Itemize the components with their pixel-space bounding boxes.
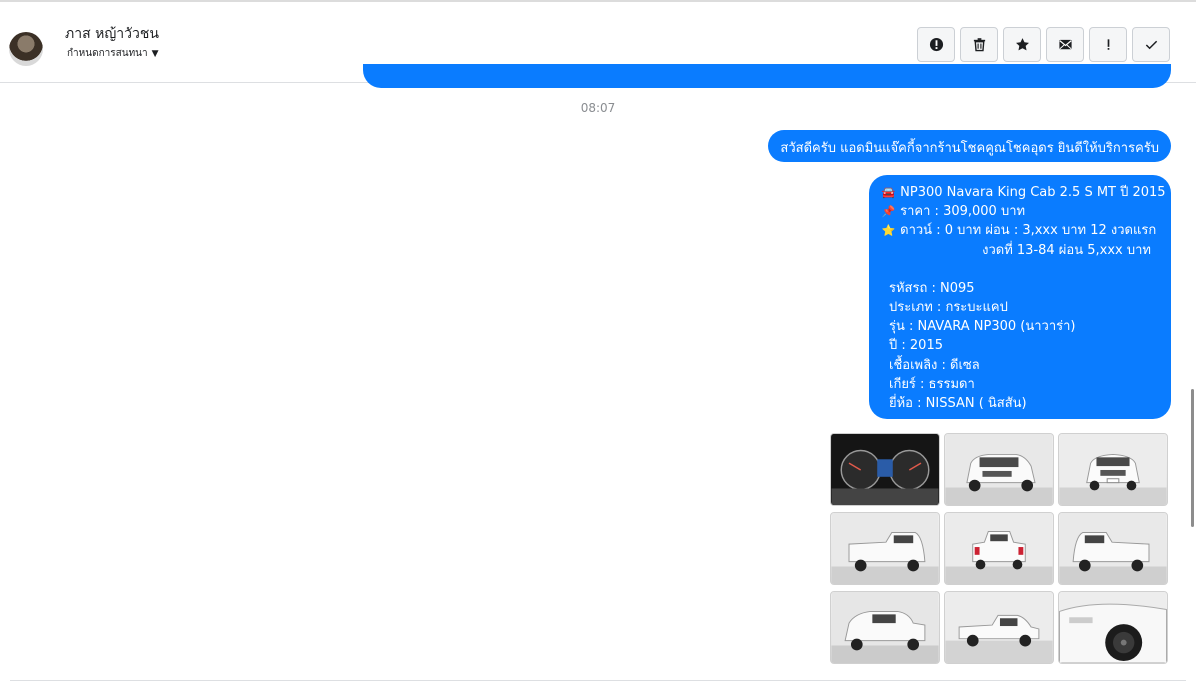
pushpin-icon: 📌: [881, 205, 896, 219]
listing-message[interactable]: 🚘 NP300 Navara King Cab 2.5 S MT ปี 2015…: [869, 175, 1171, 419]
mark-unread-button[interactable]: [1046, 27, 1084, 62]
star-icon: [1015, 38, 1029, 51]
listing-title-line: 🚘 NP300 Navara King Cab 2.5 S MT ปี 2015: [881, 183, 1166, 202]
listing-price: ราคา : 309,000 บาท: [900, 204, 1026, 220]
caret-down-icon: ▼: [151, 48, 159, 59]
messenger-window: ภาส หญ้าวัวชน กำหนดการสนทนา ▼ 08:07 สวัส…: [0, 0, 1196, 682]
exclamation-icon: [1107, 39, 1109, 50]
listing-type: ประเภท : กระบะแคป: [889, 300, 1008, 316]
listing-brand: ยี่ห้อ : NISSAN ( นิสสัน): [889, 396, 1027, 412]
listing-year: ปี : 2015: [889, 338, 943, 354]
listing-fuel: เชื้อเพลิง : ดีเซล: [889, 357, 980, 373]
listing-title: NP300 Navara King Cab 2.5 S MT ปี 2015: [900, 185, 1166, 200]
car-icon: 🚘: [881, 186, 896, 199]
previous-message-bubble[interactable]: [363, 64, 1171, 88]
photo-rear-right[interactable]: [1058, 512, 1168, 585]
trash-icon: [973, 38, 985, 52]
greeting-message[interactable]: สวัสดีครับ แอดมินแจ๊คกี้จากร้านโชคคูณโชค…: [768, 130, 1171, 162]
composer-divider: [10, 680, 1186, 681]
photo-grid: [830, 433, 1168, 664]
delete-button[interactable]: [960, 27, 998, 62]
listing-installment: งวดที่ 13-84 ผ่อน 5,xxx บาท: [982, 242, 1151, 258]
photo-front[interactable]: [1058, 433, 1168, 506]
photo-wheel-closeup[interactable]: [1058, 591, 1168, 664]
photo-front-right[interactable]: [944, 433, 1054, 506]
photo-front-left[interactable]: [830, 591, 940, 664]
alert-circle-icon: [929, 37, 943, 52]
header-toolbar: [917, 27, 1170, 62]
photo-side[interactable]: [944, 591, 1054, 664]
avatar[interactable]: [9, 32, 43, 66]
listing-price-line: 📌 ราคา : 309,000 บาท: [881, 202, 1159, 221]
flag-button[interactable]: [1089, 27, 1127, 62]
star-emoji-icon: ⭐: [881, 224, 896, 238]
done-button[interactable]: [1132, 27, 1170, 62]
photo-dashboard[interactable]: [830, 433, 940, 506]
photo-rear-left[interactable]: [830, 512, 940, 585]
photo-rear[interactable]: [944, 512, 1054, 585]
listing-down: ดาวน์ : 0 บาท ผ่อน : 3,xxx บาท 12 งวดแรก: [900, 223, 1157, 239]
star-button[interactable]: [1003, 27, 1041, 62]
message-thread[interactable]: 08:07 สวัสดีครับ แอดมินแจ๊คกี้จากร้านโชค…: [0, 64, 1196, 682]
listing-down-line: ⭐ ดาวน์ : 0 บาท ผ่อน : 3,xxx บาท 12 งวดแ…: [881, 221, 1159, 240]
check-icon: [1145, 40, 1157, 50]
listing-code: รหัสรถ : N095: [889, 280, 975, 296]
listing-gear: เกียร์ : ธรรมดา: [889, 376, 975, 392]
schedule-label: กำหนดการสนทนา: [67, 48, 148, 59]
contact-name[interactable]: ภาส หญ้าวัวชน: [65, 23, 159, 45]
timestamp: 08:07: [580, 101, 616, 115]
listing-model: รุ่น : NAVARA NP300 (นาวาร่า): [889, 319, 1076, 335]
envelope-icon: [1058, 39, 1072, 50]
scrollbar-thumb[interactable]: [1191, 389, 1194, 527]
report-spam-button[interactable]: [917, 27, 955, 62]
schedule-dropdown[interactable]: กำหนดการสนทนา ▼: [67, 46, 159, 61]
